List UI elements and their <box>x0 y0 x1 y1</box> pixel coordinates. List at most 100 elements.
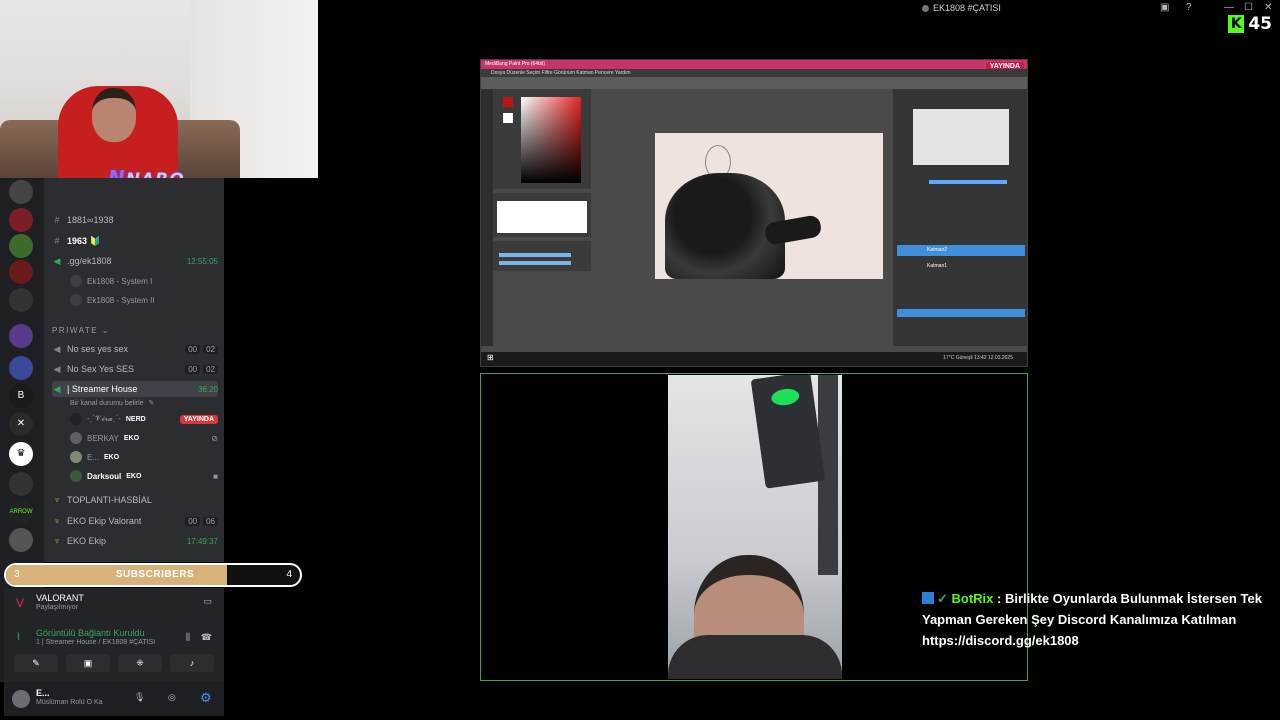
voice-member[interactable]: Ek1808 - System I <box>70 274 218 288</box>
live-badge: YAYINDA <box>179 414 218 424</box>
speaker-icon: ◀ <box>53 343 61 354</box>
layer-item[interactable]: Katman1 <box>897 261 1025 272</box>
signal-icon: ⌇ <box>16 632 21 643</box>
voice-channel[interactable]: ◀ No Sex Yes SES 00 02 <box>52 361 218 377</box>
avatar <box>70 470 82 482</box>
stream-title-bar: EK1808 #ÇATISI ▣ ? — ☐ ✕ <box>318 0 1280 18</box>
activity-status: Paylaşılmıyor <box>36 604 79 611</box>
speaker-icon: ◀ <box>53 255 61 266</box>
text-channel[interactable]: #1963 🔰 <box>52 233 218 249</box>
app-menu-bar: Dosya Düzenle Seçim Filtre Görünüm Katma… <box>481 69 1027 77</box>
settings-gear-icon[interactable]: ⚙ <box>200 690 212 706</box>
channel-status[interactable]: Bir kanal durumu belirle ✎ <box>70 396 218 410</box>
voice-channel[interactable]: ♆ EKO Ekip 17:49:37 <box>52 533 218 549</box>
server-icon[interactable]: ♛ <box>9 442 33 466</box>
microphone-icon[interactable]: 🎙 <box>134 692 145 703</box>
voice-member[interactable]: E... EKO <box>70 450 218 464</box>
voice-member[interactable]: -ˏˋ𝓥𝓲𝓻𝓪ˎˊ- NERD YAYINDA <box>70 412 218 426</box>
server-icon[interactable] <box>9 288 33 312</box>
kick-viewer-badge: K 45 <box>1228 14 1272 34</box>
app-title-bar: MediBang Paint Pro (64bit) <box>481 60 1027 69</box>
voice-member[interactable]: BERKAY EKO ⊘ <box>70 431 218 445</box>
server-icon[interactable] <box>9 234 33 258</box>
server-icon[interactable]: B <box>9 384 33 408</box>
category-header[interactable]: PRIWATE ⌄ <box>52 326 110 335</box>
server-icon[interactable] <box>9 180 33 204</box>
speaker-icon: ◀ <box>53 383 61 394</box>
activities-button[interactable]: ⁜ <box>118 654 162 672</box>
window-title: EK1808 #ÇATISI <box>922 3 1001 13</box>
chat-username: BotRix <box>951 591 994 606</box>
app-icon <box>922 5 929 12</box>
hash-icon: # <box>54 215 60 225</box>
screen-share-button[interactable]: ▣ <box>66 654 110 672</box>
voice-channel[interactable]: ◀ .gg/ek1808 12:55:05 <box>52 253 218 269</box>
help-icon[interactable]: ? <box>1186 2 1192 13</box>
verified-icon: ✓ <box>937 591 952 606</box>
windows-taskbar: ⊞ 17°C Güneşli 13:42 12.03.2025 <box>481 352 1027 366</box>
valorant-icon: V <box>16 596 25 610</box>
user-panel: E... Müslüman Rolü O Ka 🎙 ◎ ⚙ <box>4 682 224 716</box>
hash-icon: # <box>54 236 60 246</box>
kick-logo-icon: K <box>1228 15 1245 33</box>
navigator-preview <box>913 109 1009 165</box>
phone-camera-feed <box>668 375 842 679</box>
discord-bottom-panel: V VALORANT Paylaşılmıyor ▭ ⌇ Görüntülü B… <box>4 588 224 716</box>
layer-panel: Katman2 Katman1 <box>893 89 1027 346</box>
noise-suppression-icon[interactable]: ⫼ <box>186 632 190 643</box>
text-channel[interactable]: #1881∞1938 <box>52 212 218 228</box>
avatar <box>70 294 82 306</box>
avatar <box>70 432 82 444</box>
voice-member[interactable]: Ek1808 - System II <box>70 293 218 307</box>
drawing-canvas[interactable] <box>655 133 883 279</box>
chat-message: ✓ BotRix : Birlikte Oyunlarda Bulunmak İ… <box>922 591 1262 648</box>
disconnect-icon[interactable]: ☎ <box>201 632 212 643</box>
screen-share-stream: MediBang Paint Pro (64bit) YAYINDA Dosya… <box>480 59 1028 367</box>
server-icon[interactable] <box>9 208 33 232</box>
layer-item[interactable]: Katman2 <box>897 245 1025 256</box>
server-icon[interactable] <box>9 356 33 380</box>
voice-channel-name[interactable]: 1 | Streamer House / EK1808 #ÇATISI <box>36 639 155 646</box>
activity-title: VALORANT <box>36 593 84 603</box>
minimize-button[interactable]: — <box>1224 2 1234 13</box>
server-icon[interactable] <box>9 260 33 284</box>
voice-member[interactable]: Darksoul EKO ■ <box>70 469 218 483</box>
avatar[interactable] <box>12 690 30 708</box>
deafened-icon: ⊘ <box>211 433 218 443</box>
voice-connection-status[interactable]: Görüntülü Bağlantı Kuruldu <box>36 628 145 638</box>
webcam-feed <box>0 0 318 178</box>
windows-start-icon: ⊞ <box>487 353 494 362</box>
server-icon[interactable] <box>9 472 33 496</box>
trophy-icon: ♆ <box>53 516 61 526</box>
subscriber-goal: 4 <box>286 569 292 580</box>
color-panel <box>493 89 591 189</box>
trophy-icon: ♆ <box>53 536 61 546</box>
screen-share-icon[interactable]: ▣ <box>1160 2 1169 13</box>
avatar <box>70 451 82 463</box>
maximize-button[interactable]: ☐ <box>1244 2 1253 13</box>
voice-channel[interactable]: ♆ EKO Ekip Valorant 00 06 <box>52 513 218 529</box>
server-icon[interactable] <box>9 324 33 348</box>
server-icon[interactable] <box>9 528 33 552</box>
tool-palette <box>481 89 493 346</box>
channel-list: #1881∞1938 #1963 🔰 ◀ .gg/ek1808 12:55:05 E… <box>44 178 224 562</box>
opacity-slider[interactable] <box>929 180 1007 184</box>
voice-channel-active[interactable]: ◀ | Streamer House 36:20 <box>52 381 218 397</box>
camera-icon: ■ <box>213 471 218 481</box>
subscriber-label: SUBSCRIBERS <box>115 569 195 580</box>
voice-channel[interactable]: ♆ TOPLANTI-HASBİAL <box>52 492 218 508</box>
close-button[interactable]: ✕ <box>1264 2 1272 13</box>
bot-icon <box>922 592 934 604</box>
headphones-icon[interactable]: ◎ <box>168 692 176 703</box>
camera-toggle-button[interactable]: ✎ <box>14 654 58 672</box>
speaker-icon: ◀ <box>53 363 61 374</box>
server-icon[interactable]: ARROW <box>9 500 33 524</box>
soundboard-button[interactable]: ♪ <box>170 654 214 672</box>
voice-channel[interactable]: ◀ No ses yes sex 00 02 <box>52 341 218 357</box>
screen-share-icon[interactable]: ▭ <box>203 596 212 607</box>
user-status: Müslüman Rolü O Ka <box>36 699 103 706</box>
username[interactable]: E... <box>36 688 50 698</box>
viewer-count: 45 <box>1248 14 1272 34</box>
server-icon[interactable]: ✕ <box>9 412 33 436</box>
subscriber-goal-bar: 3 SUBSCRIBERS 4 <box>4 563 302 587</box>
